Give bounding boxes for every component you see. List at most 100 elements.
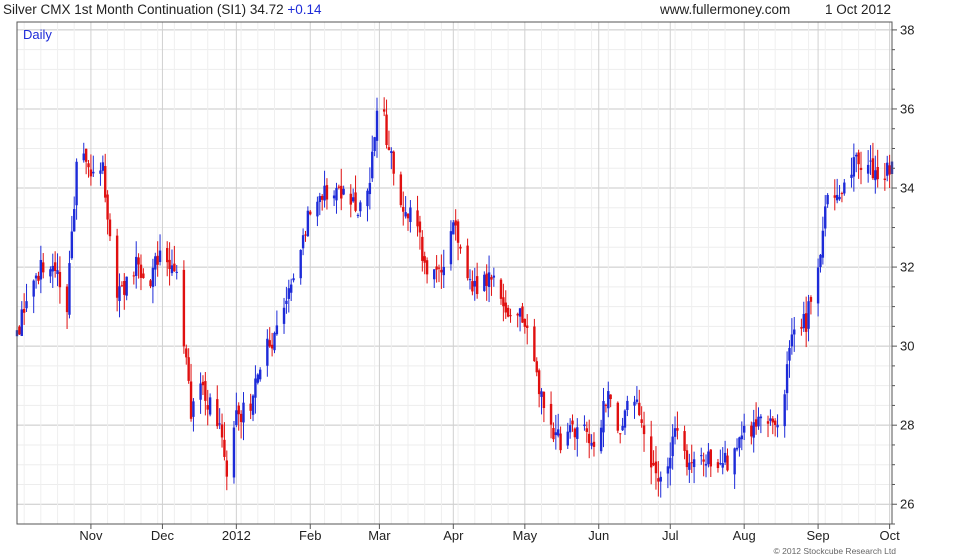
candle-up-body — [633, 401, 636, 406]
candle-up-body — [75, 161, 78, 206]
candle-up-body — [850, 174, 853, 178]
candle-up-body — [192, 401, 195, 417]
candle-up-body — [218, 423, 221, 425]
candle-up-body — [769, 418, 772, 421]
candle-down-body — [137, 257, 140, 265]
x-tick-label: Aug — [733, 528, 756, 543]
candle-down-body — [139, 264, 143, 278]
candle-up-body — [790, 334, 794, 347]
candle-up-body — [342, 188, 345, 195]
candle-down-body — [239, 413, 243, 423]
candle-down-body — [652, 462, 655, 466]
candle-up-body — [275, 325, 279, 335]
candle-down-body — [504, 302, 507, 313]
candle-down-body — [123, 280, 126, 295]
candle-up-body — [621, 425, 624, 431]
candle-down-body — [416, 210, 419, 227]
candle-up-body — [824, 206, 827, 229]
candle-down-body — [871, 158, 875, 179]
candle-up-body — [251, 395, 255, 415]
candle-up-body — [356, 214, 360, 216]
candle-up-body — [25, 301, 28, 309]
candle-down-body — [65, 286, 69, 313]
candle-up-body — [73, 209, 76, 232]
candle-up-body — [566, 431, 569, 446]
candle-down-body — [754, 419, 758, 427]
candle-down-body — [876, 166, 879, 180]
candle-down-body — [225, 460, 229, 477]
candle-down-body — [516, 313, 519, 316]
candle-down-body — [89, 169, 93, 177]
candle-up-body — [783, 394, 786, 427]
candle-down-body — [585, 428, 589, 432]
candle-down-body — [640, 419, 643, 423]
candle-down-body — [716, 462, 720, 469]
candle-down-body — [189, 381, 193, 419]
candle-up-body — [235, 410, 238, 426]
candle-up-body — [785, 364, 789, 394]
candle-up-body — [590, 442, 593, 446]
candle-up-body — [700, 455, 703, 457]
candle-down-body — [304, 234, 307, 236]
candle-down-body — [406, 213, 410, 219]
candle-down-body — [423, 256, 426, 263]
y-tick-label: 30 — [900, 339, 914, 354]
candle-down-body — [604, 404, 608, 406]
candle-up-body — [855, 154, 858, 157]
candle-down-body — [773, 420, 777, 426]
grid — [17, 22, 892, 525]
x-tick-label: Mar — [368, 528, 391, 543]
candle-down-body — [37, 275, 40, 281]
candle-up-body — [56, 270, 59, 275]
candle-up-body — [433, 269, 436, 280]
candle-down-body — [709, 449, 713, 467]
candle-up-body — [492, 275, 496, 278]
candle-down-body — [654, 461, 658, 474]
candle-up-body — [390, 151, 393, 153]
x-tick-label: Sep — [807, 528, 830, 543]
candle-up-body — [568, 425, 572, 433]
candle-down-body — [435, 266, 438, 270]
candle-down-body — [683, 431, 686, 451]
candle-down-body — [616, 402, 620, 431]
candle-up-body — [671, 436, 674, 457]
candlestick-chart: 26 28 30 32 34 36 38 Nov Dec 2012 Feb Mar Apr May Jun J… — [15, 21, 914, 556]
candle-up-body — [273, 332, 276, 351]
candle-up-body — [368, 182, 372, 195]
candle-up-body — [793, 329, 796, 335]
candle-down-body — [609, 394, 612, 400]
candle-up-body — [659, 476, 662, 482]
plot-frame — [16, 21, 893, 525]
candle-down-body — [526, 325, 529, 328]
candle-up-body — [99, 170, 102, 174]
candle-up-body — [735, 447, 739, 450]
candle-up-body — [692, 459, 696, 468]
candle-down-body — [533, 326, 536, 362]
candle-up-body — [607, 391, 610, 409]
candle-down-body — [471, 281, 474, 292]
candle-down-body — [542, 391, 546, 408]
candle-down-body — [337, 186, 341, 188]
candle-down-body — [87, 163, 90, 168]
candle-up-body — [707, 451, 710, 465]
candle-down-body — [187, 357, 190, 381]
candle-down-body — [499, 279, 503, 299]
candle-down-body — [166, 248, 169, 263]
candle-down-body — [588, 433, 591, 444]
candle-down-body — [809, 297, 813, 302]
candle-up-body — [602, 401, 605, 433]
candle-down-body — [421, 236, 424, 261]
candle-down-body — [216, 399, 219, 427]
candle-up-body — [807, 301, 810, 329]
candle-up-body — [199, 383, 202, 400]
candle-up-body — [371, 151, 374, 179]
candle-up-body — [666, 466, 670, 474]
candle-up-body — [101, 162, 105, 171]
candle-up-body — [20, 309, 23, 336]
candle-up-body — [487, 272, 491, 287]
copyright-notice: © 2012 Stockcube Research Ltd — [773, 546, 896, 556]
candle-down-body — [702, 459, 705, 462]
candle-up-body — [776, 424, 779, 428]
candle-up-body — [318, 196, 321, 203]
candle-up-body — [51, 265, 54, 272]
